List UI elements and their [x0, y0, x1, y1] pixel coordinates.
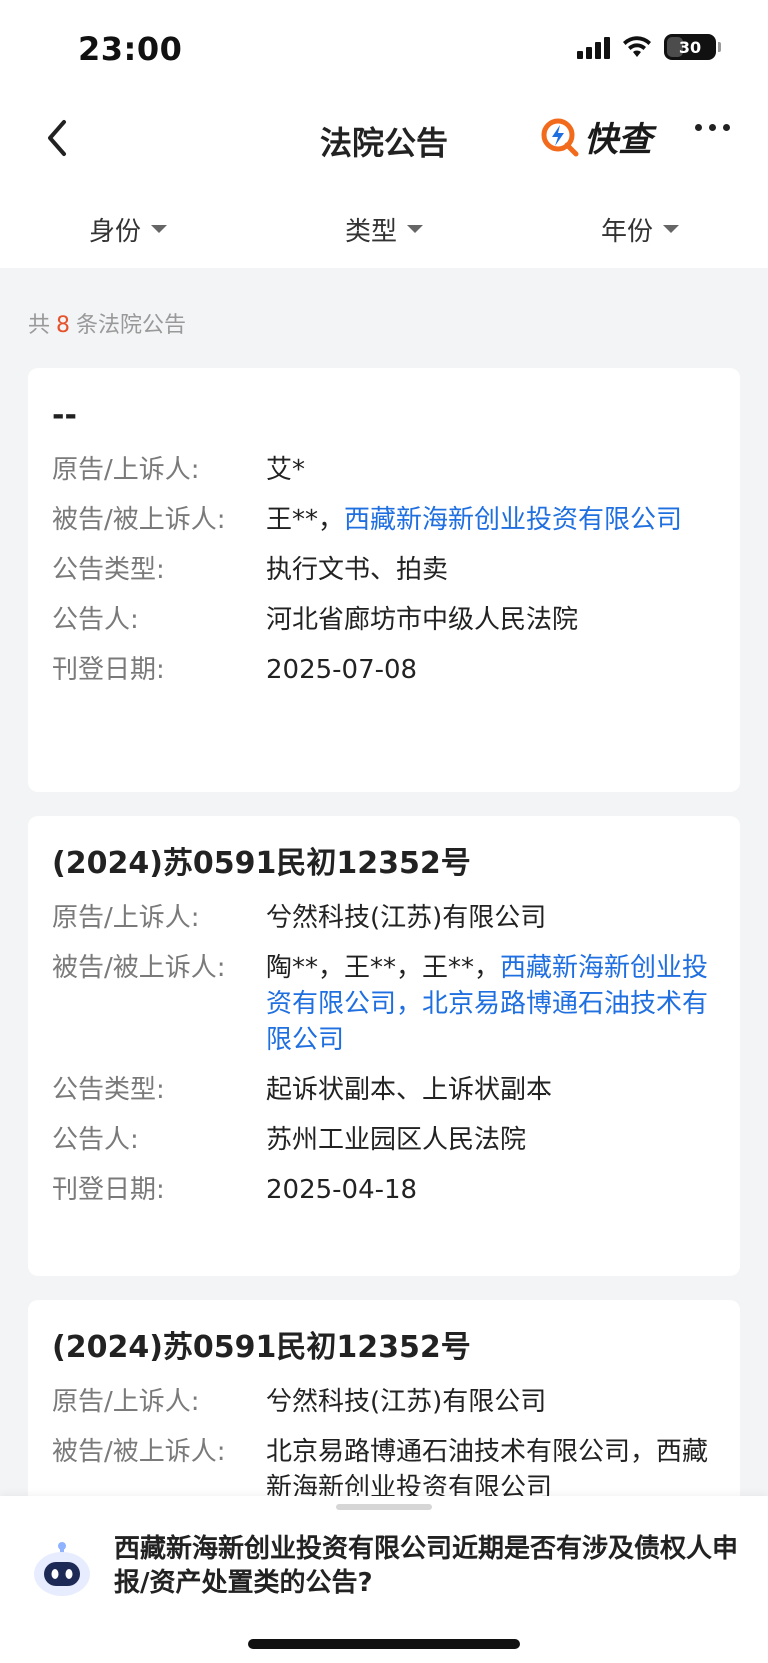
announcer-label: 公告人:: [52, 605, 139, 635]
filter-type-label: 类型: [344, 216, 397, 247]
case-number: --: [52, 398, 77, 433]
plaintiff-row: 原告/上诉人: 艾*: [52, 452, 716, 488]
case-number: (2024)苏0591民初12352号: [52, 846, 471, 881]
filter-bar: 身份 类型 年份: [0, 190, 768, 268]
announcer-label: 公告人:: [52, 1125, 139, 1155]
count-prefix: 共: [28, 313, 51, 338]
announcer-row: 公告人: 河北省廊坊市中级人民法院: [52, 602, 716, 638]
plaintiff-label: 原告/上诉人:: [52, 1387, 200, 1417]
more-options-button[interactable]: [695, 124, 730, 131]
type-value: 起诉状副本、上诉状副本: [266, 1075, 553, 1105]
plaintiff-company-link[interactable]: 兮然科技(江苏)有限公司: [266, 1384, 716, 1420]
defendant-value: 陶**，王**，王**，西藏新海新创业投资有限公司，北京易路博通石油技术有限公司: [266, 950, 716, 1058]
wifi-icon: [623, 36, 651, 57]
plaintiff-row: 原告/上诉人: 兮然科技(江苏)有限公司: [52, 1384, 716, 1420]
date-value: 2025-07-08: [266, 655, 418, 685]
status-icons: 30: [577, 34, 721, 60]
defendant-company-link[interactable]: 西藏新海新创业投资有限公司: [344, 505, 682, 535]
caret-down-icon: [663, 225, 679, 233]
plaintiff-row: 原告/上诉人: 兮然科技(江苏)有限公司: [52, 900, 716, 936]
plaintiff-value: 艾*: [266, 455, 306, 485]
announcement-card[interactable]: (2024)苏0591民初12352号 原告/上诉人: 兮然科技(江苏)有限公司…: [28, 816, 740, 1276]
announcer-value: 河北省廊坊市中级人民法院: [266, 605, 579, 635]
date-value: 2025-04-18: [266, 1175, 418, 1205]
defendant-text: 王**，: [266, 505, 345, 535]
type-label: 公告类型:: [52, 555, 165, 585]
suggested-question[interactable]: 西藏新海新创业投资有限公司近期是否有涉及债权人申报/资产处置类的公告?: [114, 1532, 744, 1600]
type-label: 公告类型:: [52, 1075, 165, 1105]
lightning-search-icon: [541, 118, 579, 156]
page-title: 法院公告: [319, 124, 448, 162]
defendant-text: 陶**，王**，王**，: [266, 953, 501, 983]
defendant-row: 被告/被上诉人: 王**，西藏新海新创业投资有限公司: [52, 502, 716, 538]
plaintiff-company-link[interactable]: 兮然科技(江苏)有限公司: [266, 900, 716, 936]
type-row: 公告类型: 起诉状副本、上诉状副本: [52, 1072, 716, 1108]
filter-identity-label: 身份: [88, 216, 141, 247]
count-number: 8: [56, 313, 71, 338]
defendant-label: 被告/被上诉人:: [52, 953, 226, 983]
date-row: 刊登日期: 2025-04-18: [52, 1172, 716, 1208]
case-number: (2024)苏0591民初12352号: [52, 1330, 471, 1365]
defendant-label: 被告/被上诉人:: [52, 505, 226, 535]
type-value: 执行文书、拍卖: [266, 555, 449, 585]
home-indicator[interactable]: [248, 1639, 520, 1649]
status-bar: 23:00 30: [0, 0, 768, 100]
brand-logo: 快查: [540, 112, 652, 161]
ai-suggestion-bar[interactable]: 西藏新海新创业投资有限公司近期是否有涉及债权人申报/资产处置类的公告?: [0, 1496, 768, 1663]
plaintiff-label: 原告/上诉人:: [52, 455, 200, 485]
filter-type[interactable]: 类型: [256, 190, 512, 268]
defendant-row: 被告/被上诉人: 陶**，王**，王**，西藏新海新创业投资有限公司，北京易路博…: [52, 950, 716, 1058]
date-row: 刊登日期: 2025-07-08: [52, 652, 716, 688]
battery-icon: 30: [664, 34, 721, 60]
date-label: 刊登日期:: [52, 1175, 165, 1205]
caret-down-icon: [407, 225, 423, 233]
robot-assistant-icon: [34, 1542, 90, 1596]
brand-name: 快查: [584, 120, 652, 160]
date-label: 刊登日期:: [52, 655, 165, 685]
status-time: 23:00: [78, 30, 183, 68]
type-row: 公告类型: 执行文书、拍卖: [52, 552, 716, 588]
filter-identity[interactable]: 身份: [0, 190, 256, 268]
announcer-row: 公告人: 苏州工业园区人民法院: [52, 1122, 716, 1158]
filter-year[interactable]: 年份: [512, 190, 768, 268]
defendant-value: 王**，西藏新海新创业投资有限公司: [266, 502, 716, 538]
cellular-signal-icon: [577, 35, 610, 59]
count-suffix: 条法院公告: [76, 313, 187, 338]
announcer-value: 苏州工业园区人民法院: [266, 1125, 527, 1155]
drag-handle[interactable]: [336, 1504, 432, 1510]
filter-year-label: 年份: [600, 216, 653, 247]
announcement-card[interactable]: -- 原告/上诉人: 艾* 被告/被上诉人: 王**，西藏新海新创业投资有限公司…: [28, 368, 740, 792]
caret-down-icon: [151, 225, 167, 233]
nav-bar: 法院公告 快查: [0, 100, 768, 190]
result-count: 共 8 条法院公告: [28, 307, 186, 339]
plaintiff-label: 原告/上诉人:: [52, 903, 200, 933]
